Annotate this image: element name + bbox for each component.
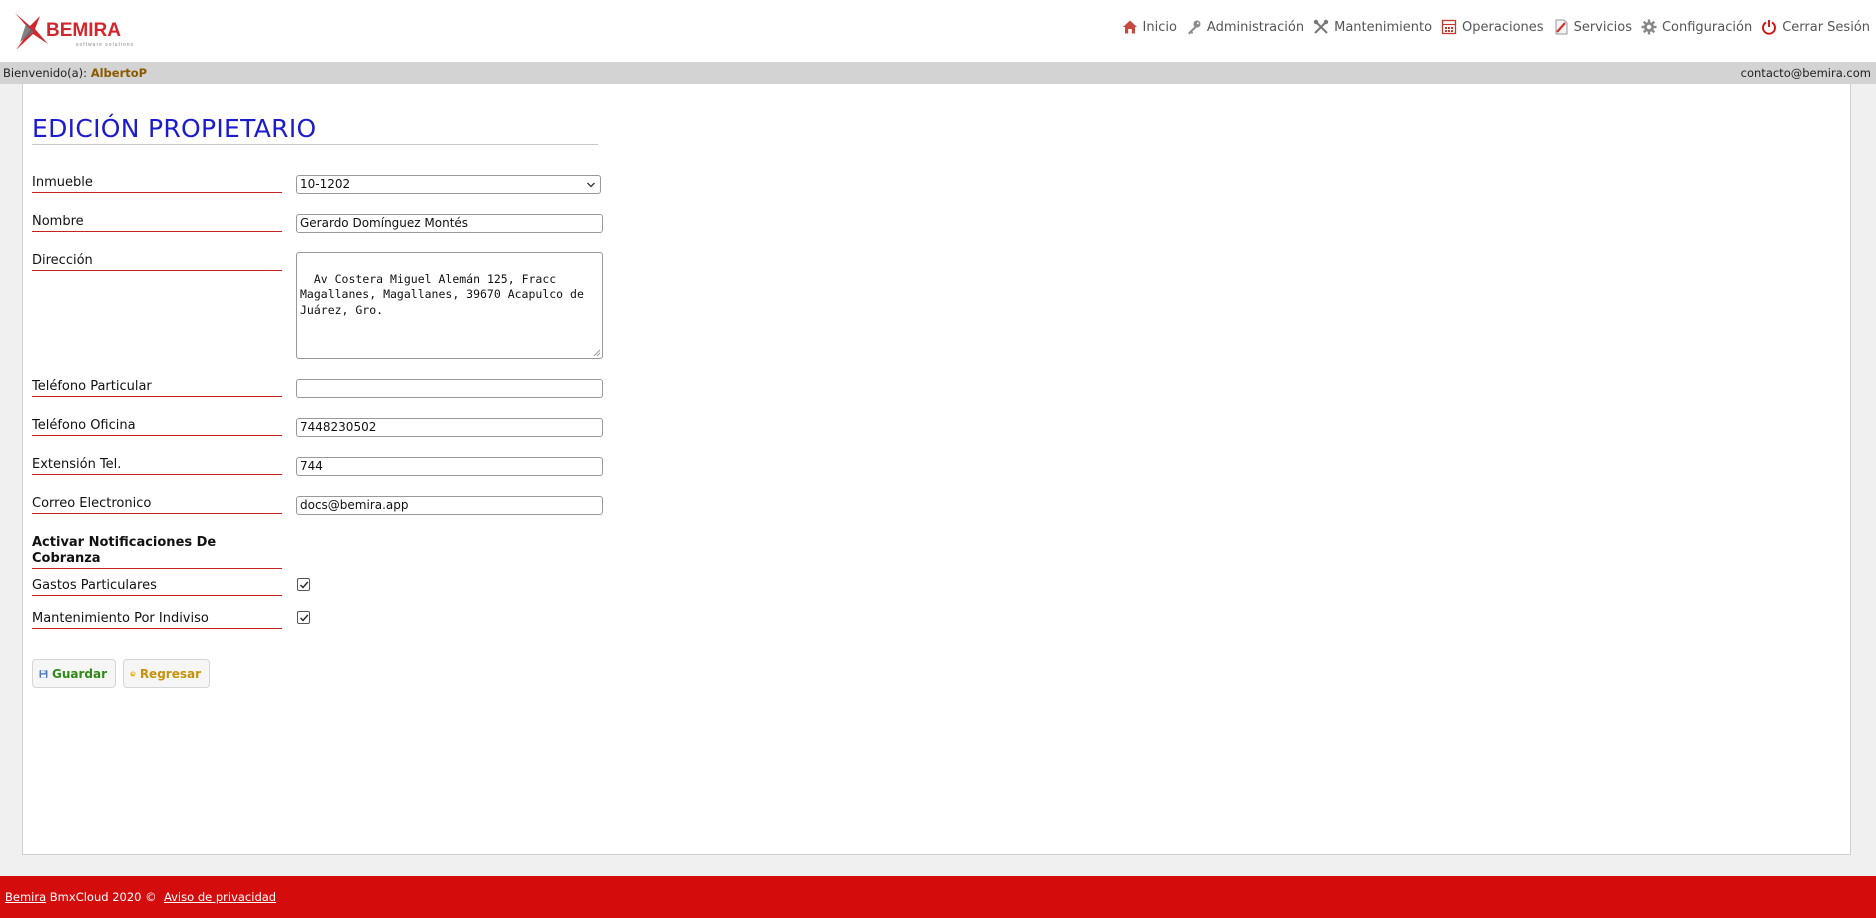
nav-operaciones[interactable]: Operaciones — [1441, 19, 1544, 35]
footer-copyright: BmxCloud 2020 © — [46, 890, 161, 904]
telefono-particular-input[interactable] — [296, 379, 603, 398]
contact-email: contacto@bemira.com — [1740, 66, 1871, 80]
power-icon — [1762, 20, 1777, 35]
footer-line: Bemira BmxCloud 2020 © Aviso de privacid… — [5, 890, 276, 904]
nav-mantenimiento[interactable]: Mantenimiento — [1313, 19, 1432, 35]
page-title: EDICIÓN PROPIETARIO — [32, 113, 598, 145]
mantenimiento-indiviso-label: Mantenimiento Por Indiviso — [32, 611, 282, 629]
regresar-label: Regresar — [139, 666, 201, 681]
telefono-particular-label: Teléfono Particular — [32, 379, 282, 397]
nav-label: Mantenimiento — [1334, 19, 1433, 35]
bemira-logo[interactable]: BEMIRA software solutions — [12, 10, 142, 52]
correo-label: Correo Electronico — [32, 496, 282, 514]
welcome-bar: Bienvenido(a): AlbertoP contacto@bemira.… — [0, 62, 1876, 84]
inmueble-value: 10-1202 — [300, 177, 351, 191]
inmueble-label: Inmueble — [32, 175, 282, 193]
back-arrow-icon — [130, 670, 136, 677]
nav-label: Cerrar Sesión — [1782, 19, 1870, 35]
guardar-button[interactable]: Guardar — [32, 659, 116, 688]
nav-cerrar-sesion[interactable]: Cerrar Sesión — [1761, 19, 1870, 35]
direccion-value: Av Costera Miguel Alemán 125, Fracc Maga… — [300, 271, 591, 317]
mantenimiento-indiviso-checkbox[interactable] — [297, 611, 310, 624]
footer: Bemira BmxCloud 2020 © Aviso de privacid… — [0, 876, 1876, 918]
checkmark-icon — [300, 581, 309, 589]
extension-input[interactable]: 744 — [296, 457, 603, 476]
inmueble-select[interactable]: 10-1202 — [296, 175, 601, 194]
regresar-button[interactable]: Regresar — [123, 659, 210, 688]
main-nav: Inicio Administración Mantenimiento Oper… — [1113, 19, 1870, 35]
user-name: AlbertoP — [90, 66, 148, 80]
direccion-textarea[interactable]: Av Costera Miguel Alemán 125, Fracc Maga… — [296, 252, 603, 359]
floppy-disk-icon — [39, 669, 48, 678]
nav-servicios[interactable]: Servicios — [1553, 19, 1632, 35]
notificaciones-heading: Activar Notificaciones De Cobranza — [32, 535, 282, 569]
chevron-down-icon — [587, 182, 595, 188]
direccion-label: Dirección — [32, 253, 282, 271]
calculator-icon — [1441, 19, 1457, 35]
checkmark-icon — [300, 614, 309, 622]
nav-label: Operaciones — [1462, 19, 1544, 35]
document-icon — [1555, 19, 1568, 35]
nav-label: Servicios — [1573, 19, 1632, 35]
gastos-particulares-checkbox[interactable] — [297, 578, 310, 591]
privacy-link[interactable]: Aviso de privacidad — [164, 890, 276, 904]
welcome-text: Bienvenido(a): AlbertoP — [3, 62, 147, 84]
footer-brand-link[interactable]: Bemira — [5, 890, 46, 904]
nav-inicio[interactable]: Inicio — [1122, 19, 1177, 35]
key-icon — [1187, 20, 1201, 35]
top-header: BEMIRA software solutions Inicio Adminis… — [0, 0, 1876, 62]
correo-input[interactable]: docs@bemira.app — [296, 496, 603, 515]
gastos-particulares-label: Gastos Particulares — [32, 578, 282, 596]
home-icon — [1122, 20, 1137, 34]
nombre-label: Nombre — [32, 214, 282, 232]
resize-handle-icon[interactable] — [593, 349, 601, 357]
welcome-prefix: Bienvenido(a): — [3, 66, 91, 80]
telefono-oficina-input[interactable]: 7448230502 — [296, 418, 603, 437]
extension-label: Extensión Tel. — [32, 457, 282, 475]
nav-label: Configuración — [1661, 19, 1753, 35]
tools-icon — [1313, 19, 1329, 34]
guardar-label: Guardar — [51, 666, 107, 681]
gear-icon — [1641, 19, 1657, 35]
nav-label: Inicio — [1142, 19, 1177, 35]
logo-wordmark: BEMIRA — [46, 20, 121, 41]
nav-administracion[interactable]: Administración — [1186, 19, 1304, 35]
nombre-input[interactable]: Gerardo Domínguez Montés — [296, 214, 603, 233]
telefono-oficina-label: Teléfono Oficina — [32, 418, 282, 436]
nav-label: Administración — [1206, 19, 1305, 35]
nav-configuracion[interactable]: Configuración — [1641, 19, 1752, 35]
logo-tagline: software solutions — [76, 42, 135, 48]
